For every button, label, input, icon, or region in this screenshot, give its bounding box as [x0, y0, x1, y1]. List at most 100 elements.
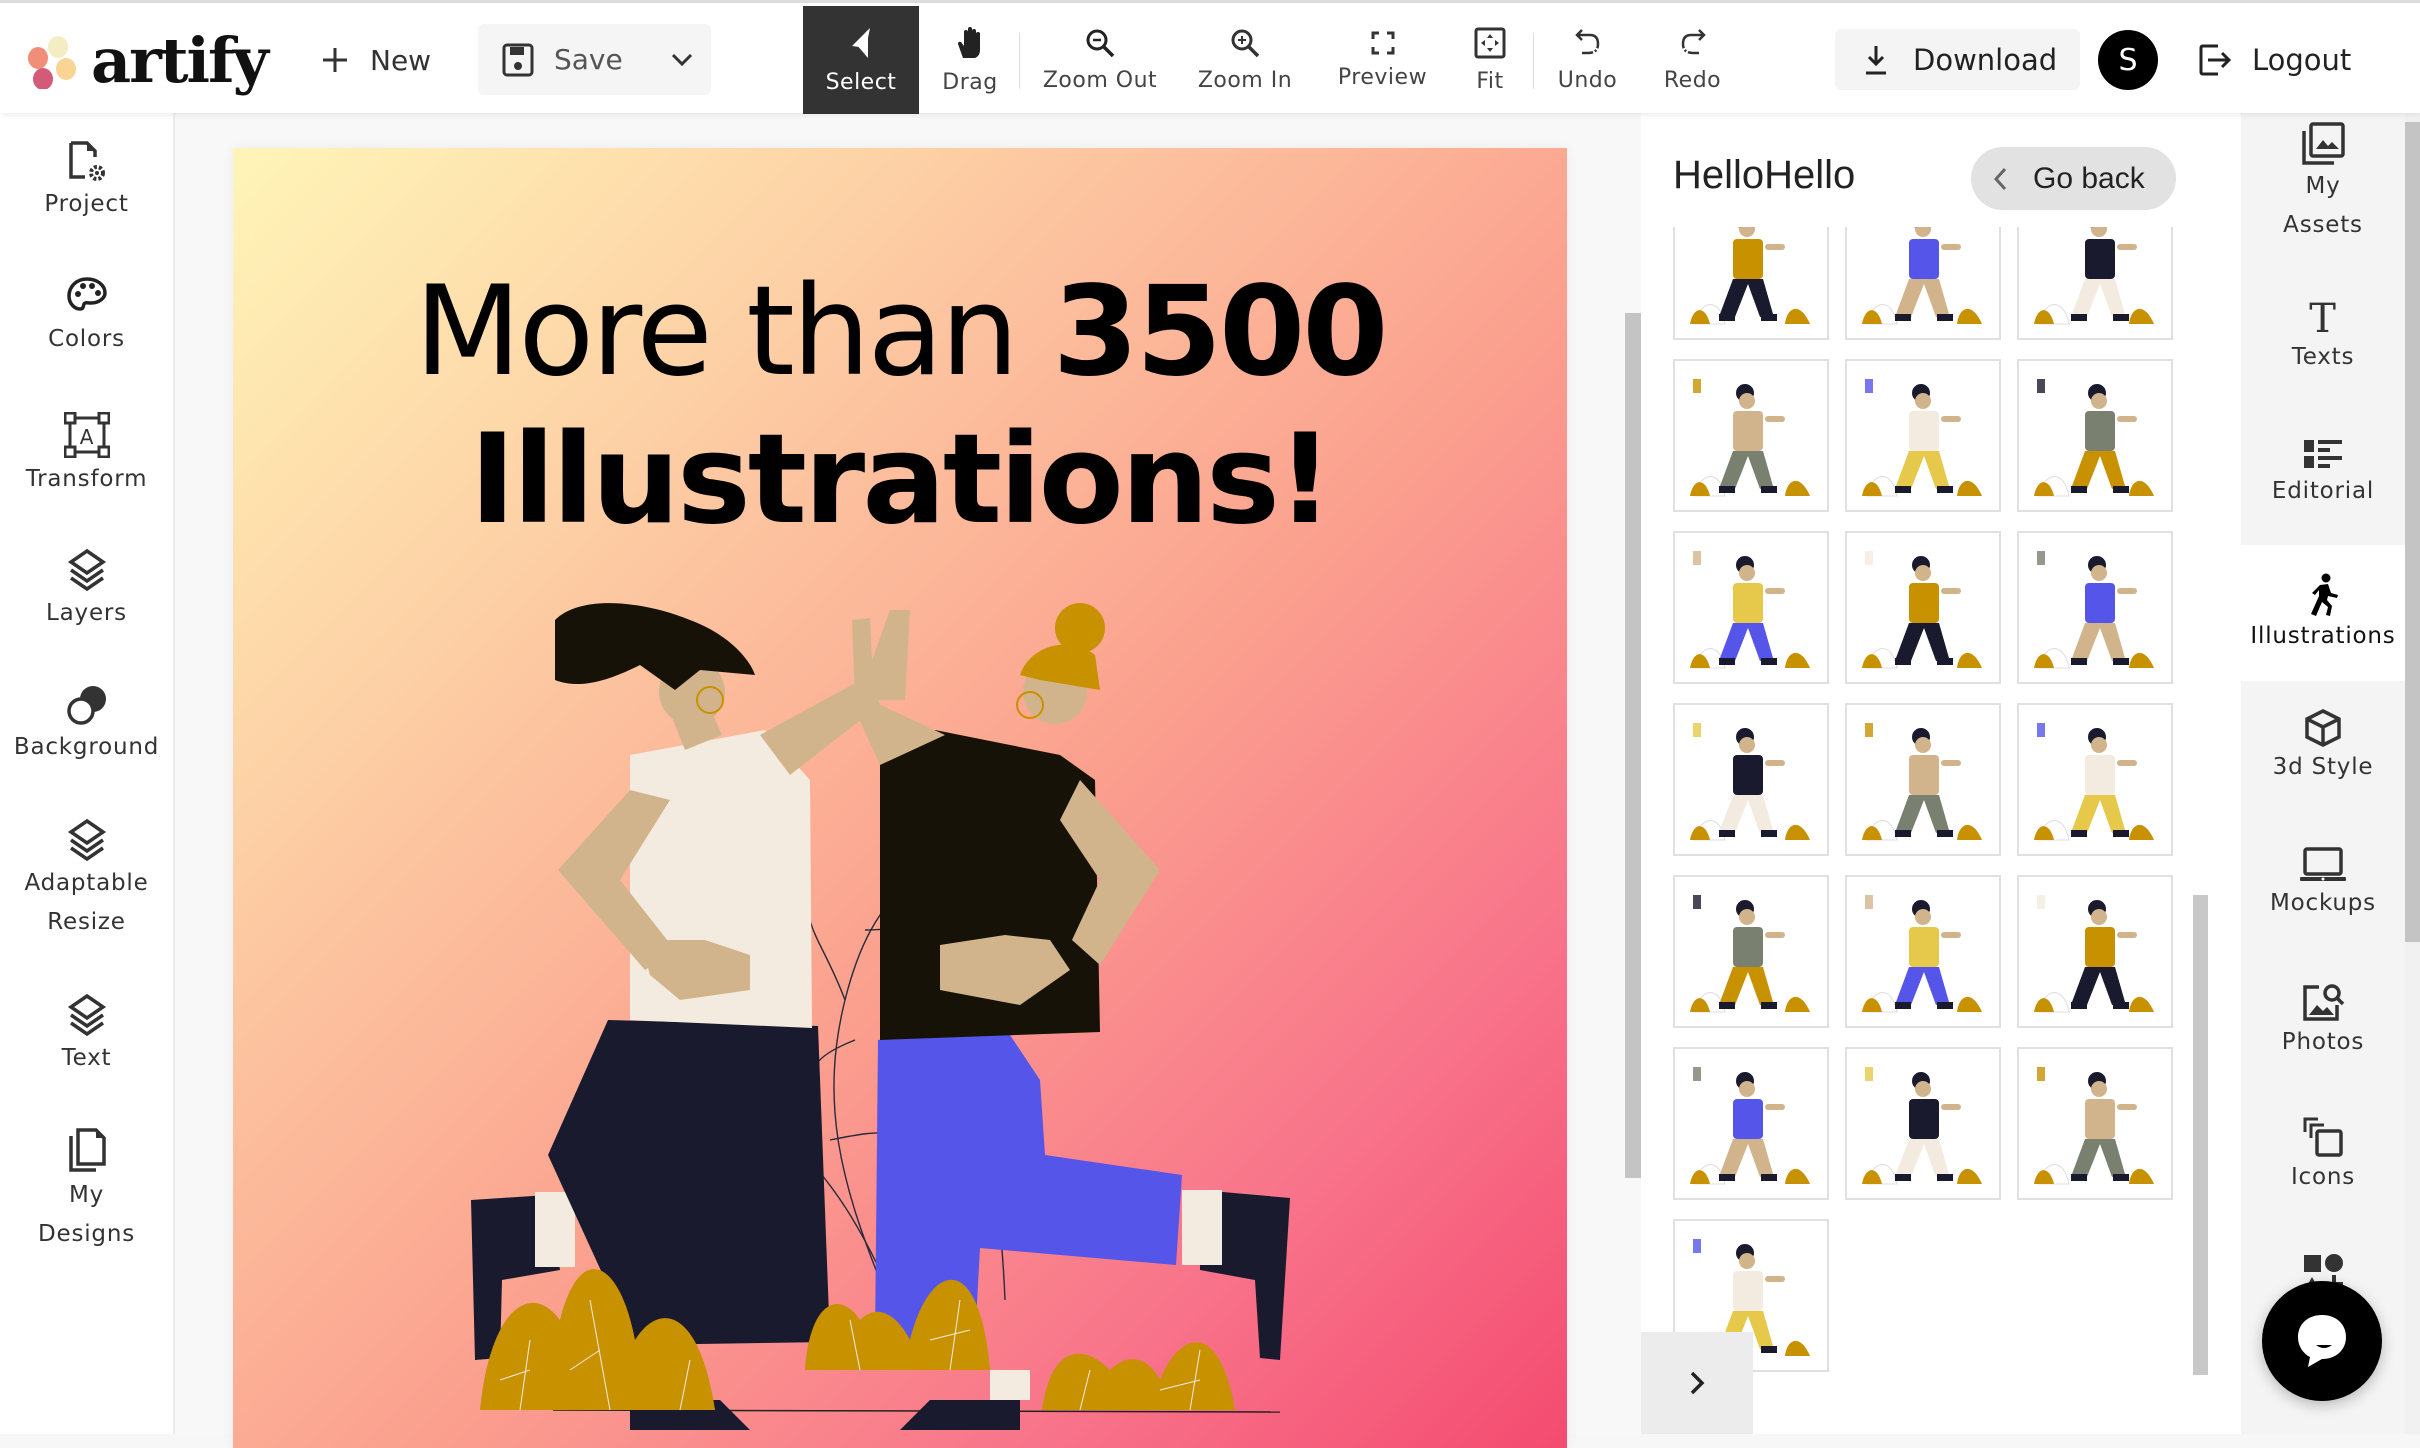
tool-drag[interactable]: Drag — [930, 6, 1010, 114]
sidebar-item-layers[interactable]: Layers — [0, 548, 173, 633]
editorial-icon — [2304, 440, 2342, 468]
thumbnail-illustration — [1690, 723, 1810, 841]
headline-line-1[interactable]: More than 3500 — [233, 270, 1567, 394]
sidebar-item-background[interactable]: Background — [0, 684, 173, 767]
thumbnail-illustration — [2034, 1067, 2154, 1185]
illustration-tile[interactable] — [1673, 703, 1829, 856]
svg-text:A: A — [79, 425, 93, 449]
panel-title: HelloHello — [1673, 153, 1856, 197]
workspace-scrollbar[interactable] — [1625, 313, 1641, 1178]
sidebar-label: Text — [61, 1045, 112, 1071]
app-logo[interactable]: artify — [25, 24, 269, 97]
illustration-tile[interactable] — [1673, 875, 1829, 1028]
top-toolbar: artify New Save Select Drag Zoom Out Zoo… — [0, 0, 2420, 114]
tool-fit[interactable]: Fit — [1460, 6, 1520, 114]
tool-redo[interactable]: Redo — [1650, 6, 1735, 114]
sidebar-label: Background — [13, 734, 160, 760]
sidebar-label: Adaptable Resize — [24, 870, 149, 935]
chat-bubble-icon — [2298, 1315, 2346, 1367]
design-artboard[interactable]: More than 3500 Illustrations! — [233, 148, 1567, 1448]
sidebar-item-project[interactable]: Project — [0, 139, 173, 224]
thumbnail-illustration — [1862, 1067, 1982, 1185]
redo-icon — [1681, 28, 1706, 54]
left-sidebar: Project Colors A Transform Layers Backgr… — [0, 113, 175, 1434]
illustration-tile[interactable] — [1845, 875, 2001, 1028]
sidebar-item-3d-style[interactable]: 3d Style — [2241, 708, 2405, 787]
icons-icon — [2303, 1117, 2343, 1157]
tool-label: Preview — [1337, 64, 1428, 90]
go-back-label: Go back — [2033, 161, 2145, 195]
sidebar-item-icons[interactable]: Icons — [2241, 1116, 2405, 1197]
sidebar-item-colors[interactable]: Colors — [0, 276, 173, 359]
file-settings-icon — [68, 141, 105, 181]
sidebar-item-text[interactable]: Text — [0, 993, 173, 1078]
illustration-tile[interactable] — [1673, 1047, 1829, 1200]
user-avatar[interactable]: S — [2098, 30, 2158, 90]
sidebar-item-mockups[interactable]: Mockups — [2241, 846, 2405, 923]
headline-line-2[interactable]: Illustrations! — [233, 418, 1567, 542]
toolbar-separator — [1533, 33, 1534, 89]
new-button[interactable]: New — [320, 25, 431, 95]
illustration-tile[interactable] — [1673, 359, 1829, 512]
download-button[interactable]: Download — [1835, 29, 2080, 90]
logout-button[interactable]: Logout — [2198, 29, 2351, 90]
laptop-icon — [2300, 847, 2346, 881]
thumbnail-illustration — [1862, 723, 1982, 841]
panel-scrollbar[interactable] — [2193, 895, 2208, 1375]
chevron-down-icon[interactable] — [671, 53, 693, 67]
thumbnail-illustration — [1862, 379, 1982, 497]
tool-select[interactable]: Select — [803, 6, 919, 114]
tool-zoom-in[interactable]: Zoom In — [1185, 6, 1305, 114]
thumbnail-illustration — [2034, 227, 2154, 325]
text-icon: T — [2309, 298, 2336, 338]
cube-icon — [2305, 709, 2341, 747]
illustration-tile[interactable] — [2017, 703, 2173, 856]
tool-preview[interactable]: Preview — [1330, 6, 1435, 114]
illustration-tile[interactable] — [1845, 531, 2001, 684]
logout-label: Logout — [2252, 42, 2352, 77]
illustration-tile[interactable] — [1845, 227, 2001, 340]
expand-panel-button[interactable] — [1641, 1332, 1753, 1434]
high-five-illustration[interactable] — [460, 580, 1380, 1448]
illustration-tile[interactable] — [1845, 703, 2001, 856]
illustration-tile[interactable] — [2017, 359, 2173, 512]
thumbnail-illustration — [1690, 895, 1810, 1013]
illustration-tile[interactable] — [2017, 227, 2173, 340]
sidebar-label: Transform — [25, 466, 148, 492]
save-label: Save — [554, 43, 623, 76]
save-button[interactable]: Save — [478, 24, 711, 95]
cursor-icon — [852, 27, 870, 58]
sidebar-item-photos[interactable]: Photos — [2241, 981, 2405, 1062]
go-back-button[interactable]: Go back — [1971, 147, 2176, 210]
sidebar-item-adaptable-resize[interactable]: Adaptable Resize — [0, 818, 173, 942]
layers-icon — [67, 548, 106, 592]
sidebar-item-texts[interactable]: T Texts — [2241, 298, 2405, 377]
illustration-tile[interactable] — [2017, 1047, 2173, 1200]
right-sidebar-scrollbar[interactable] — [2405, 122, 2420, 942]
sidebar-item-transform[interactable]: A Transform — [0, 412, 173, 499]
tool-label: Undo — [1557, 67, 1618, 93]
brand-name: artify — [91, 24, 269, 97]
tool-label: Zoom Out — [1042, 67, 1158, 93]
logout-icon — [2199, 44, 2232, 75]
chat-widget-button[interactable] — [2262, 1281, 2382, 1401]
illustration-tile[interactable] — [2017, 875, 2173, 1028]
illustration-tile[interactable] — [1673, 227, 1829, 340]
illustration-tile[interactable] — [1845, 359, 2001, 512]
thumbnail-illustration — [1690, 227, 1810, 325]
illustration-tile[interactable] — [1673, 531, 1829, 684]
tool-undo[interactable]: Undo — [1550, 6, 1625, 114]
illustration-tile[interactable] — [2017, 531, 2173, 684]
sidebar-item-my-assets[interactable]: My Assets — [2241, 121, 2405, 256]
plus-icon — [323, 48, 347, 72]
sidebar-item-my-designs[interactable]: My Designs — [0, 1128, 173, 1254]
sidebar-item-illustrations[interactable]: Illustrations — [2241, 545, 2405, 681]
sidebar-item-editorial[interactable]: Editorial — [2241, 436, 2405, 511]
chevron-right-icon — [1690, 1371, 1705, 1395]
canvas-workspace: More than 3500 Illustrations! — [175, 113, 1641, 1448]
sidebar-label: Editorial — [2271, 478, 2375, 504]
download-icon — [1866, 45, 1886, 74]
illustration-tile[interactable] — [1845, 1047, 2001, 1200]
tool-zoom-out[interactable]: Zoom Out — [1035, 6, 1165, 114]
download-label: Download — [1913, 42, 2058, 77]
